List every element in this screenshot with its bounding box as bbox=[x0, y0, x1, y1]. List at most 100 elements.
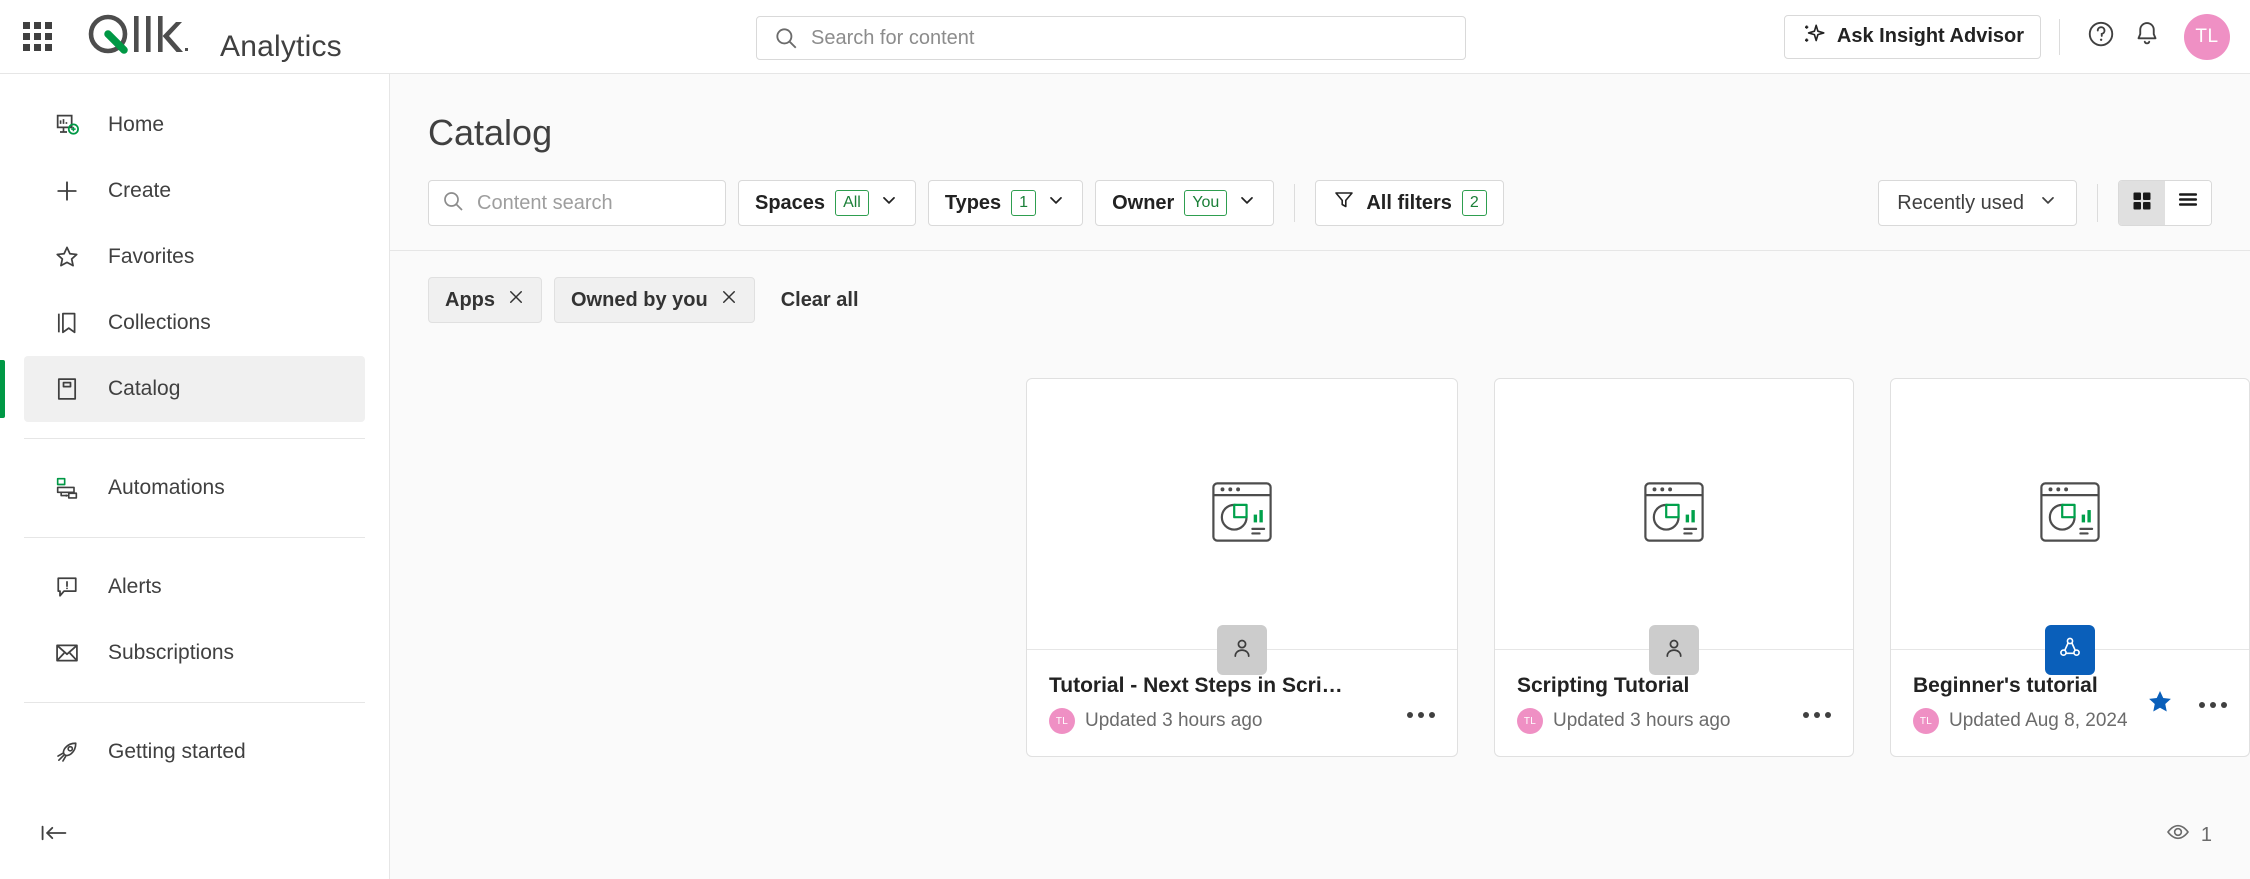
close-icon[interactable] bbox=[720, 288, 738, 312]
grid-view-button[interactable] bbox=[2119, 181, 2165, 225]
view-toggle bbox=[2118, 180, 2212, 226]
sidebar-item-getting-started[interactable]: Getting started bbox=[24, 719, 365, 785]
card-footer: Scripting Tutorial TL Updated 3 hours ag… bbox=[1495, 625, 1853, 756]
sidebar-item-label: Favorites bbox=[108, 245, 195, 268]
help-button[interactable] bbox=[2078, 14, 2124, 60]
top-header: Analytics Ask Insight Advisor bbox=[0, 0, 2250, 74]
chevron-down-icon bbox=[2038, 190, 2058, 216]
visible-items-count: 1 bbox=[2165, 819, 2212, 851]
brand-logo[interactable]: Analytics bbox=[84, 12, 342, 62]
sidebar-item-automations[interactable]: Automations bbox=[24, 455, 365, 521]
person-icon bbox=[1661, 635, 1687, 666]
toolbar-divider bbox=[2097, 184, 2098, 222]
ask-insight-advisor-button[interactable]: Ask Insight Advisor bbox=[1783, 14, 2041, 59]
all-filters-label: All filters bbox=[1366, 191, 1452, 214]
header-actions: Ask Insight Advisor TL bbox=[1783, 13, 2250, 60]
content-search[interactable] bbox=[428, 180, 726, 226]
owner-avatar-initials: TL bbox=[1523, 715, 1537, 727]
catalog-book-icon bbox=[50, 375, 84, 403]
card-footer: Beginner's tutorial TL Updated Aug 8, 20… bbox=[1891, 625, 2249, 756]
user-avatar-initials: TL bbox=[2195, 25, 2219, 47]
owner-avatar: TL bbox=[1049, 708, 1075, 734]
all-filters-badge: 2 bbox=[1461, 190, 1487, 216]
catalog-card-grid: Tutorial - Next Steps in Scripting TL Up… bbox=[390, 323, 2250, 757]
alert-bubble-icon bbox=[50, 573, 84, 601]
catalog-toolbar: Spaces All Types 1 Owner You bbox=[390, 154, 2250, 250]
content-search-input[interactable] bbox=[477, 191, 713, 215]
user-avatar[interactable]: TL bbox=[2184, 13, 2230, 60]
favorite-button[interactable] bbox=[2145, 687, 2175, 722]
sidebar-item-alerts[interactable]: Alerts bbox=[24, 554, 365, 620]
bell-icon bbox=[2132, 19, 2162, 54]
card-footer: Tutorial - Next Steps in Scripting TL Up… bbox=[1027, 625, 1457, 756]
app-chart-placeholder-icon bbox=[1203, 473, 1281, 556]
rocket-icon bbox=[50, 738, 84, 766]
list-view-button[interactable] bbox=[2165, 181, 2211, 225]
sidebar-item-home[interactable]: Home bbox=[24, 92, 365, 158]
all-filters-button[interactable]: All filters 2 bbox=[1315, 180, 1504, 226]
star-outline-icon bbox=[50, 243, 84, 271]
sidebar-item-subscriptions[interactable]: Subscriptions bbox=[24, 620, 365, 686]
help-circle-icon bbox=[2086, 19, 2116, 54]
global-search[interactable] bbox=[756, 16, 1466, 60]
body: Home Create Favorites Collections Catalo… bbox=[0, 74, 2250, 879]
sidebar-item-label: Catalog bbox=[108, 377, 181, 400]
home-dashboard-icon bbox=[50, 111, 84, 139]
sidebar-divider bbox=[24, 702, 365, 703]
sidebar-item-collections[interactable]: Collections bbox=[24, 290, 365, 356]
sidebar-item-label: Automations bbox=[108, 476, 225, 499]
eye-icon bbox=[2165, 819, 2191, 851]
active-filter-chips: Apps Owned by you Clear all bbox=[390, 251, 2250, 323]
types-filter-button[interactable]: Types 1 bbox=[927, 180, 1084, 226]
card-thumbnail bbox=[1027, 379, 1457, 649]
owner-filter-button[interactable]: Owner You bbox=[1095, 180, 1275, 226]
card-meta: TL Updated 3 hours ago bbox=[1517, 708, 1831, 734]
card-title: Tutorial - Next Steps in Scripting bbox=[1049, 674, 1373, 697]
sidebar-divider bbox=[24, 537, 365, 538]
collapse-sidebar-button[interactable] bbox=[38, 815, 78, 855]
space-type-badge bbox=[2045, 625, 2095, 675]
search-input[interactable] bbox=[811, 26, 1465, 50]
space-type-badge bbox=[1649, 625, 1699, 675]
clear-all-button[interactable]: Clear all bbox=[781, 289, 859, 312]
sparkle-icon bbox=[1801, 21, 1827, 53]
person-icon bbox=[1229, 635, 1255, 666]
sidebar-item-catalog[interactable]: Catalog bbox=[0, 356, 365, 422]
card-actions bbox=[1799, 708, 1835, 722]
spaces-filter-button[interactable]: Spaces All bbox=[738, 180, 916, 226]
sidebar-item-label: Home bbox=[108, 113, 165, 136]
types-filter-label: Types bbox=[944, 191, 1002, 214]
sort-dropdown[interactable]: Recently used bbox=[1878, 180, 2077, 226]
main-content: Catalog Spaces All bbox=[390, 74, 2250, 879]
types-filter-badge: 1 bbox=[1011, 190, 1037, 216]
ask-insight-advisor-label: Ask Insight Advisor bbox=[1836, 25, 2024, 47]
close-icon[interactable] bbox=[507, 288, 525, 312]
sidebar-item-favorites[interactable]: Favorites bbox=[24, 224, 365, 290]
more-options-icon[interactable] bbox=[1403, 708, 1439, 722]
catalog-card[interactable]: Tutorial - Next Steps in Scripting TL Up… bbox=[1026, 378, 1458, 757]
qlik-logo-icon bbox=[88, 14, 188, 54]
owner-filter-label: Owner bbox=[1112, 191, 1175, 214]
filter-chip-label: Owned by you bbox=[571, 288, 708, 311]
more-options-icon[interactable] bbox=[1799, 708, 1835, 722]
catalog-card[interactable]: Scripting Tutorial TL Updated 3 hours ag… bbox=[1494, 378, 1854, 757]
brand-name: Analytics bbox=[220, 29, 342, 63]
owner-avatar: TL bbox=[1913, 708, 1939, 734]
search-icon bbox=[441, 189, 465, 218]
chevron-down-icon bbox=[1237, 190, 1257, 216]
visible-items-count-value: 1 bbox=[2200, 823, 2212, 846]
app-launcher-button[interactable] bbox=[14, 14, 60, 60]
sidebar-item-label: Create bbox=[108, 179, 172, 202]
sidebar-item-create[interactable]: Create bbox=[24, 158, 365, 224]
notifications-button[interactable] bbox=[2124, 14, 2170, 60]
sidebar-item-label: Collections bbox=[108, 311, 211, 334]
page-title: Catalog bbox=[428, 112, 553, 153]
app-chart-placeholder-icon bbox=[1635, 473, 1713, 556]
filter-chip-apps[interactable]: Apps bbox=[428, 277, 542, 323]
filter-chip-owned-by-you[interactable]: Owned by you bbox=[554, 277, 755, 323]
card-thumbnail bbox=[1495, 379, 1853, 649]
more-options-icon[interactable] bbox=[2195, 698, 2231, 712]
toolbar-right: Recently used bbox=[1878, 180, 2212, 226]
catalog-card[interactable]: Beginner's tutorial TL Updated Aug 8, 20… bbox=[1890, 378, 2250, 757]
card-updated: Updated Aug 8, 2024 bbox=[1949, 710, 2128, 731]
